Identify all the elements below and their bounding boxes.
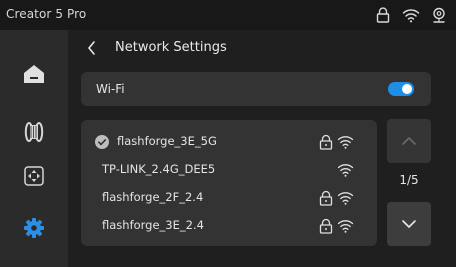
page-title: Network Settings [115, 40, 227, 55]
page-up-button[interactable] [387, 119, 431, 163]
lock-icon [319, 134, 333, 150]
page-header: Network Settings [68, 30, 456, 66]
lock-icon [319, 190, 333, 206]
chevron-up-icon [402, 137, 416, 145]
camera-icon [432, 7, 446, 23]
back-button[interactable] [84, 39, 100, 57]
settings-gear-icon [24, 218, 44, 238]
status-icons [376, 4, 446, 26]
wifi-signal-icon [337, 192, 354, 205]
page-indicator: 1/5 [399, 173, 419, 187]
chevron-left-icon [88, 41, 95, 55]
network-name: flashforge_3E_5G [117, 134, 217, 148]
connected-check-icon [95, 135, 109, 149]
network-item[interactable]: TP-LINK_2.4G_DEE5 [81, 157, 377, 183]
wifi-toggle-row: Wi-Fi [81, 72, 431, 106]
lock-icon [376, 7, 390, 23]
lock-icon [319, 218, 333, 234]
network-name: flashforge_2F_2.4 [102, 190, 204, 204]
chevron-down-icon [402, 220, 416, 228]
wifi-toggle[interactable] [388, 82, 414, 96]
move-axis-icon [24, 166, 44, 186]
app-title: Creator 5 Pro [6, 7, 87, 21]
sidebar [0, 30, 68, 267]
sidebar-item-move[interactable] [19, 161, 49, 191]
wifi-label: Wi-Fi [96, 82, 125, 96]
filament-spool-icon [24, 122, 44, 142]
wifi-signal-icon [337, 220, 354, 233]
sidebar-item-filament[interactable] [19, 117, 49, 147]
sidebar-item-home[interactable] [19, 59, 49, 89]
network-name: flashforge_3E_2.4 [102, 218, 204, 232]
home-icon [24, 65, 44, 83]
network-item[interactable]: flashforge_3E_5G [81, 129, 377, 155]
toggle-knob [402, 84, 412, 94]
network-name: TP-LINK_2.4G_DEE5 [102, 162, 216, 176]
page-down-button[interactable] [387, 202, 431, 246]
wifi-signal-icon [337, 136, 354, 149]
network-item[interactable]: flashforge_2F_2.4 [81, 185, 377, 211]
network-item[interactable]: flashforge_3E_2.4 [81, 213, 377, 239]
top-status-bar: Creator 5 Pro [0, 0, 456, 30]
wifi-status-icon [402, 7, 420, 23]
wifi-signal-icon [337, 164, 354, 177]
network-list: flashforge_3E_5G TP-LINK_2.4G_DEE5 flash… [81, 120, 377, 246]
sidebar-item-settings[interactable] [19, 213, 49, 243]
